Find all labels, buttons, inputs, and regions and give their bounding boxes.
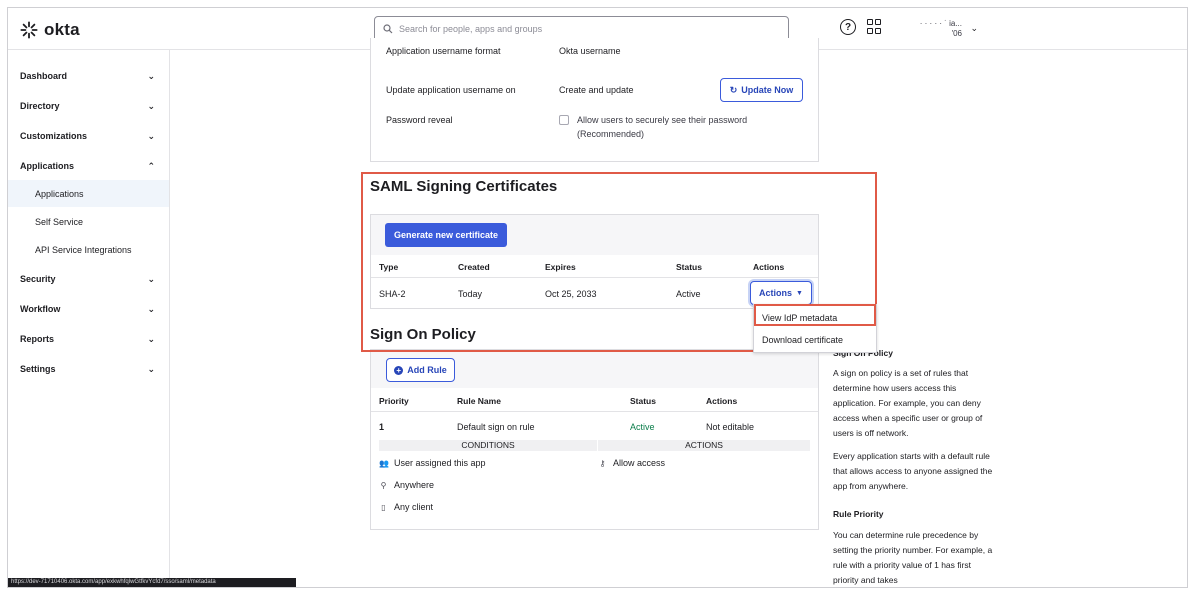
condition-label: User assigned this app	[394, 458, 486, 468]
add-rule-label: Add Rule	[407, 365, 447, 375]
menu-item-label: Download certificate	[762, 335, 844, 345]
password-reveal-checkbox[interactable]	[559, 115, 569, 125]
sidebar-subitem-self-service[interactable]: Self Service	[8, 208, 169, 235]
help-paragraph: A sign on policy is a set of rules that …	[833, 368, 983, 438]
brand-name: okta	[44, 20, 80, 39]
device-icon: ▯	[381, 502, 386, 512]
okta-logo[interactable]: okta	[20, 20, 80, 40]
user-org-name: · · · · · ˙ ia...	[919, 19, 962, 28]
condition-client: ▯ Any client	[379, 502, 433, 512]
add-rule-button[interactable]: + Add Rule	[386, 358, 455, 382]
sidebar-item-workflow[interactable]: Workflow ⌄	[8, 295, 169, 323]
sidebar: Dashboard ⌄ Directory ⌄ Customizations ⌄…	[8, 50, 170, 587]
rule-name: Default sign on rule	[457, 422, 535, 432]
sidebar-item-dashboard[interactable]: Dashboard ⌄	[8, 62, 169, 90]
password-reveal-note: (Recommended)	[577, 129, 645, 139]
search-icon	[383, 24, 393, 34]
chevron-down-icon: ⌄	[147, 130, 155, 141]
update-username-value: Create and update	[559, 85, 634, 95]
sidebar-item-customizations[interactable]: Customizations ⌄	[8, 122, 169, 150]
chevron-down-icon: ⌄	[147, 303, 155, 314]
column-header-rule-name: Rule Name	[457, 396, 501, 406]
sidebar-item-label: Dashboard	[20, 71, 68, 81]
chevron-down-icon: ⌄	[147, 100, 155, 111]
password-reveal-text: Allow users to securely see their passwo…	[577, 115, 748, 125]
help-paragraph: You can determine rule precedence by set…	[833, 530, 993, 585]
help-icon[interactable]: ?	[840, 19, 856, 35]
credentials-panel: Application username format Okta usernam…	[370, 38, 819, 162]
rule-actions: Not editable	[706, 422, 755, 432]
users-icon: 👥	[379, 458, 389, 468]
help-paragraph: Every application starts with a default …	[833, 451, 993, 491]
sidebar-subitem-label: Self Service	[35, 216, 84, 227]
sidebar-item-reports[interactable]: Reports ⌄	[8, 325, 169, 353]
sidebar-subitem-api-service-integrations[interactable]: API Service Integrations	[8, 236, 169, 263]
app-switcher-icon[interactable]	[867, 19, 883, 35]
rule-priority: 1	[379, 422, 385, 432]
condition-label: Any client	[394, 502, 434, 512]
condition-location: ⚲ Anywhere	[379, 480, 434, 490]
sidebar-item-label: Directory	[20, 101, 60, 111]
condition-label: Anywhere	[394, 480, 435, 490]
update-now-label: Update Now	[741, 85, 794, 95]
help-title-rule-priority: Rule Priority	[833, 509, 884, 519]
plus-circle-icon: +	[394, 365, 404, 375]
username-format-label: Application username format	[386, 46, 501, 56]
sidebar-item-label: Applications	[20, 161, 75, 171]
password-reveal-label: Password reveal	[386, 115, 453, 125]
action-label: Allow access	[613, 458, 666, 468]
update-username-label: Update application username on	[386, 85, 516, 95]
sidebar-item-label: Settings	[20, 364, 56, 374]
sidebar-item-security[interactable]: Security ⌄	[8, 265, 169, 293]
column-header-actions: Actions	[706, 396, 738, 406]
location-pin-icon: ⚲	[380, 480, 387, 490]
key-icon: ⚷	[599, 458, 606, 468]
sidebar-item-label: Reports	[20, 334, 55, 344]
chevron-up-icon: ⌃	[147, 160, 155, 171]
app-window: okta ? · · · · · ˙ ia... '06 ⌄ Dashboard…	[7, 7, 1188, 588]
chevron-down-icon: ⌄	[970, 23, 978, 33]
chevron-down-icon: ⌄	[147, 70, 155, 81]
user-menu[interactable]: · · · · · ˙ ia... '06 ⌄	[888, 17, 998, 43]
sidebar-subitem-applications[interactable]: Applications	[8, 180, 169, 207]
action-allow-access: ⚷ Allow access	[598, 458, 665, 468]
sidebar-subitem-label: API Service Integrations	[35, 244, 132, 255]
sidebar-subitem-label: Applications	[35, 188, 84, 199]
search-input[interactable]	[399, 24, 779, 34]
divider	[371, 411, 818, 412]
conditions-header: CONDITIONS	[379, 440, 597, 451]
refresh-icon: ↻	[729, 84, 738, 95]
column-header-priority: Priority	[379, 396, 409, 406]
chevron-down-icon: ⌄	[147, 333, 155, 344]
chevron-down-icon: ⌄	[147, 363, 155, 374]
chevron-down-icon: ⌄	[147, 273, 155, 284]
sidebar-item-applications[interactable]: Applications ⌃	[8, 152, 169, 180]
username-format-value: Okta username	[559, 46, 621, 56]
update-now-button[interactable]: ↻ Update Now	[720, 78, 803, 102]
okta-sunburst-icon	[20, 21, 38, 39]
column-header-status: Status	[630, 396, 656, 406]
sign-on-policy-panel: + Add Rule Priority Rule Name Status Act…	[370, 349, 819, 530]
menu-item-download-certificate[interactable]: Download certificate	[754, 329, 876, 351]
condition-user-assigned: 👥 User assigned this app	[379, 458, 486, 468]
highlight-view-idp-metadata	[754, 304, 876, 326]
actions-header: ACTIONS	[598, 440, 810, 451]
link-preview-statusbar: https://dev-71710406.okta.com/app/exkwhf…	[8, 578, 296, 587]
sidebar-item-settings[interactable]: Settings ⌄	[8, 355, 169, 383]
sidebar-item-directory[interactable]: Directory ⌄	[8, 92, 169, 120]
sidebar-item-label: Customizations	[20, 131, 88, 141]
sidebar-item-label: Security	[20, 274, 56, 284]
rule-status: Active	[630, 422, 655, 432]
user-org-id: '06	[951, 29, 962, 38]
sidebar-item-label: Workflow	[20, 304, 61, 314]
